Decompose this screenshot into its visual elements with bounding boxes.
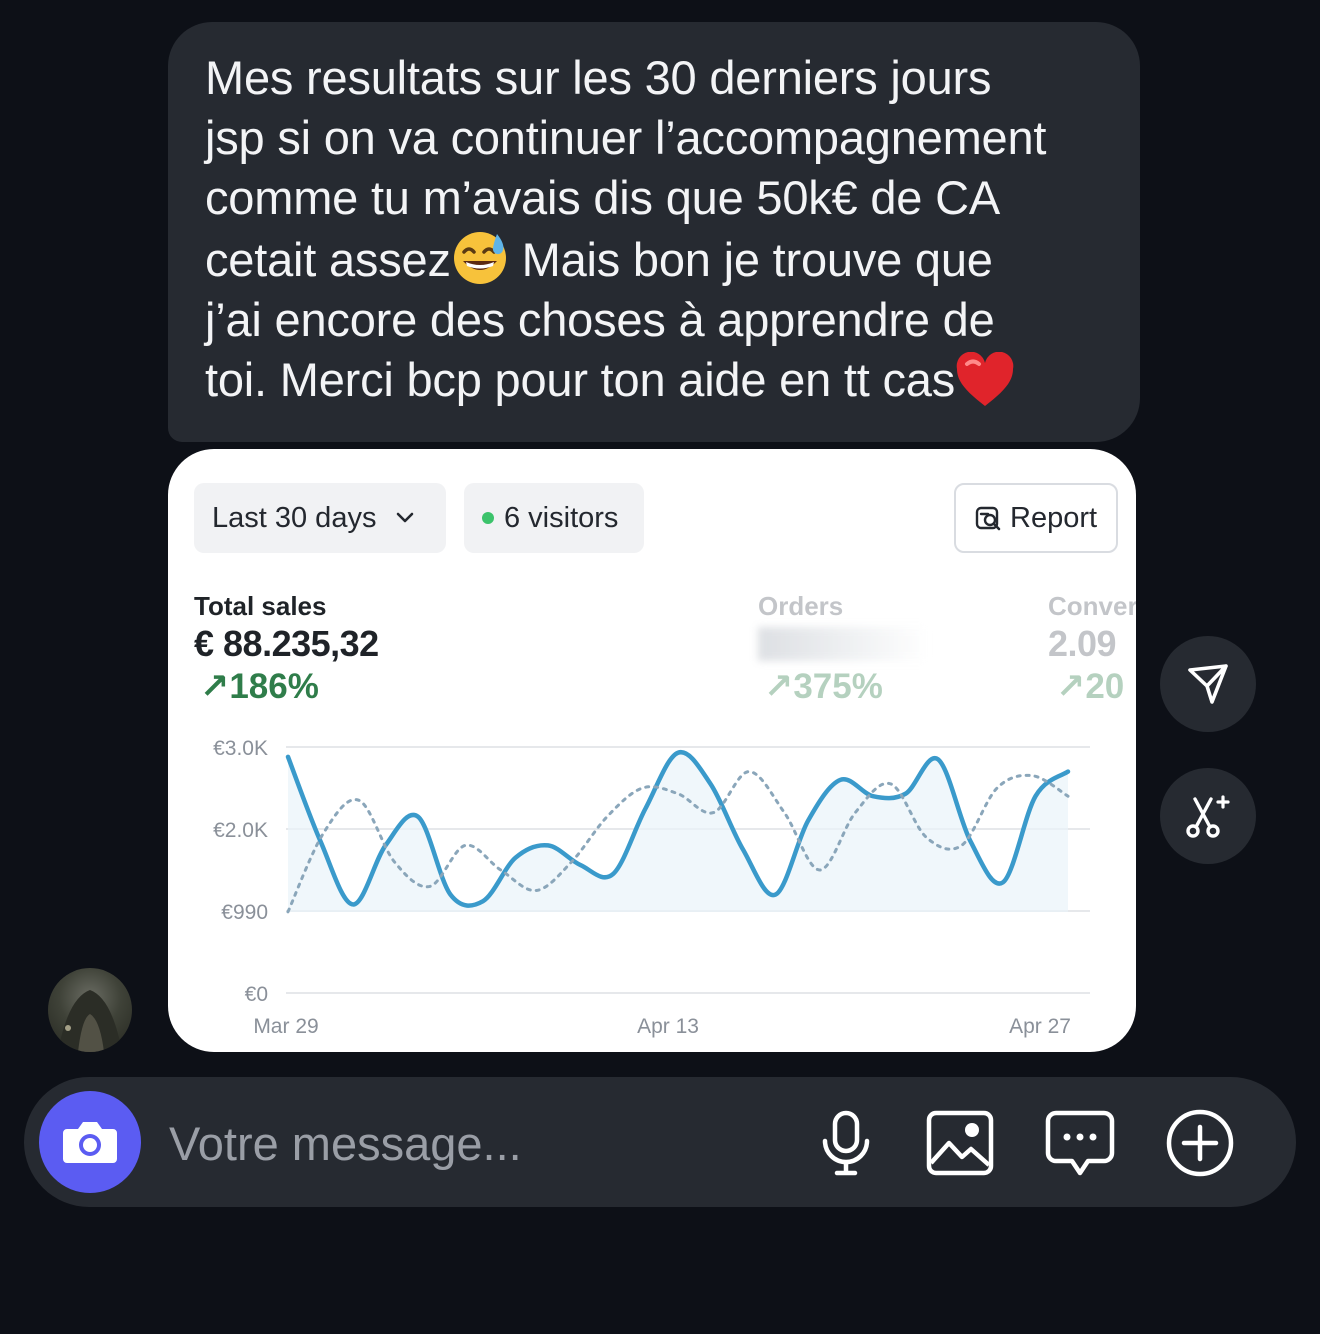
visitors-label: 6 visitors	[504, 501, 619, 534]
message-input[interactable]	[169, 1113, 789, 1173]
live-dot-icon	[482, 512, 494, 524]
total-sales-change: ↗186%	[200, 667, 319, 706]
series-area	[288, 752, 1068, 912]
y-tick-label: €0	[245, 983, 268, 1006]
conversion-value: 2.09	[1048, 623, 1117, 664]
image-icon[interactable]	[924, 1107, 996, 1179]
avatar-photo	[58, 990, 122, 1052]
report-icon	[975, 506, 1001, 531]
sales-line-chart: €3.0K €2.0K €990 €0 Mar 29 Apr 13 Apr 27	[213, 737, 1090, 1038]
x-tick-label: Apr 13	[637, 1015, 699, 1038]
report-label: Report	[1010, 501, 1098, 534]
message-bubble[interactable]: Mes resultats sur les 30 derniers jours …	[168, 22, 1140, 442]
date-range-label: Last 30 days	[212, 501, 377, 534]
scissors-sparkle-icon	[1186, 795, 1230, 838]
chart-area-fill	[288, 752, 1068, 912]
chat-bubble-icon[interactable]	[1044, 1107, 1116, 1179]
y-tick-label: €3.0K	[213, 737, 268, 760]
y-tick-label: €990	[221, 901, 268, 924]
microphone-icon[interactable]	[810, 1107, 882, 1179]
live-visitors-pill[interactable]: 6 visitors	[464, 483, 644, 553]
message-composer	[24, 1077, 1296, 1207]
analytics-screenshot-card[interactable]: Last 30 days 6 visitors Report Total sal…	[168, 449, 1136, 1052]
ai-edit-button[interactable]	[1160, 768, 1256, 864]
avatar[interactable]	[48, 968, 132, 1052]
grinning-sweat-emoji-icon	[451, 228, 509, 286]
message-text: Mes resultats sur les 30 derniers jours …	[205, 48, 1110, 410]
date-range-dropdown[interactable]: Last 30 days	[194, 483, 446, 553]
chart-x-axis: Mar 29 Apr 13 Apr 27	[253, 1015, 1071, 1038]
conversion-label: Conver	[1048, 591, 1136, 621]
y-tick-label: €2.0K	[213, 819, 268, 842]
x-tick-label: Mar 29	[253, 1015, 318, 1038]
orders-label: Orders	[758, 591, 844, 621]
red-heart-emoji-icon	[955, 351, 1015, 408]
camera-button[interactable]	[39, 1091, 141, 1193]
plus-circle-icon[interactable]	[1164, 1107, 1236, 1179]
total-sales-value: € 88.235,32	[194, 623, 379, 664]
chart-y-axis: €3.0K €2.0K €990 €0	[213, 737, 268, 1006]
total-sales-label: Total sales	[194, 591, 327, 621]
x-tick-label: Apr 27	[1009, 1015, 1071, 1038]
camera-icon	[63, 1122, 117, 1163]
forward-button[interactable]	[1160, 636, 1256, 732]
send-icon	[1188, 664, 1228, 704]
chevron-down-icon	[397, 512, 414, 523]
conversion-change: ↗20	[1056, 667, 1125, 706]
orders-change: ↗375%	[764, 667, 883, 706]
report-button[interactable]: Report	[954, 483, 1118, 553]
orders-value-redacted	[758, 627, 928, 661]
